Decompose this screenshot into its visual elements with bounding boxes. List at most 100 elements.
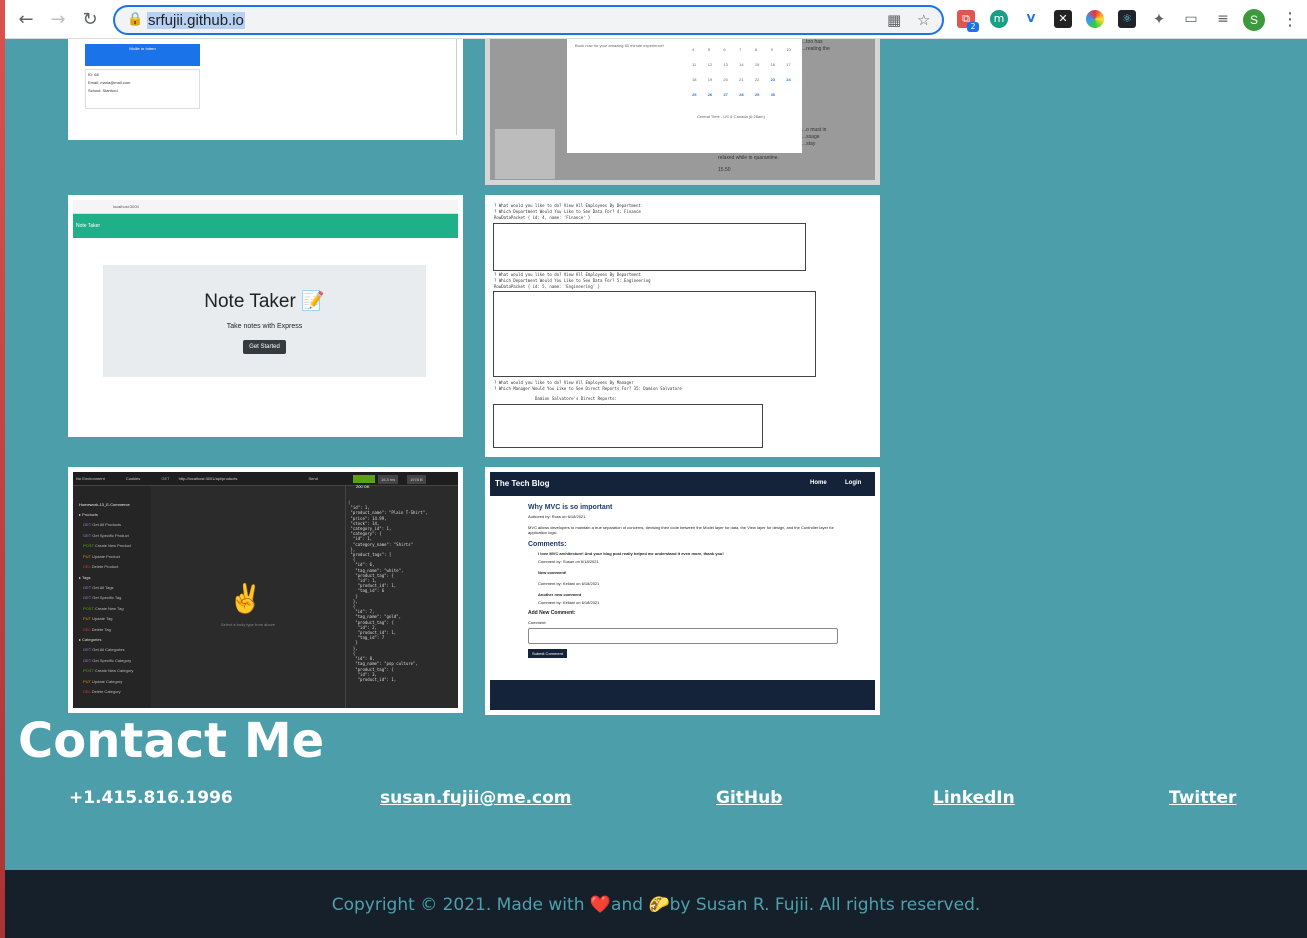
employee-card-header: Mollie or Intern — [85, 44, 200, 66]
calendar-day: 7 — [739, 47, 742, 52]
request-item: GET Get All Tags — [83, 585, 114, 590]
finance-table — [493, 223, 806, 271]
project-thumb-ecommerce[interactable]: Homework-13_E-Commerce ▸ Products GET Get… — [68, 467, 463, 713]
request-method: POST — [83, 605, 95, 611]
comment-by: Comment by: Keilani on 6/18/2021 — [538, 600, 600, 605]
cast-icon[interactable]: ▭ — [1182, 10, 1200, 28]
project-thumb-booking[interactable]: Book now for your amazing 60 minute expe… — [485, 39, 880, 185]
m-extension-icon[interactable]: m — [990, 10, 1008, 28]
timezone-text: Central Time - US & Canada (6:28am) — [697, 114, 765, 119]
profile-avatar[interactable]: S — [1243, 9, 1265, 31]
get-started-button: Get Started — [243, 340, 286, 354]
x-extension-icon[interactable]: ✕ — [1054, 10, 1072, 28]
request-item: PUT Update Category — [83, 679, 122, 684]
request-name: Update Tag — [92, 616, 113, 621]
calendar-day: 16 — [770, 62, 776, 67]
pane-divider — [345, 486, 346, 708]
project-thumb-note-taker[interactable]: localhost:3000 Note Taker Note Taker 📝 T… — [68, 195, 463, 437]
calendar-day: 15 — [754, 62, 760, 67]
terminal-line: ? Which Department Would You Like to See… — [494, 278, 651, 283]
note-taker-jumbotron: Note Taker 📝 Take notes with Express Get… — [103, 265, 426, 377]
comment-label: Comment: — [528, 620, 547, 625]
color-picker-icon[interactable] — [1086, 10, 1104, 28]
env-label: No Environment — [76, 476, 105, 481]
calendar-day: 11 — [692, 62, 697, 67]
side-text: ...too has ...reating the ...o must in .… — [802, 39, 830, 148]
request-item: DEL Delete Tag — [83, 627, 111, 632]
request-method: PUT — [83, 616, 93, 621]
post-author: Authored by: Ross on 6/18/2021 — [528, 514, 586, 519]
react-devtools-icon[interactable]: ⚛ — [1118, 10, 1136, 28]
calendar-day: 26 — [707, 92, 713, 97]
request-method: GET — [83, 522, 93, 527]
url-text[interactable]: srfujii.github.io — [147, 12, 245, 29]
note-taker-navbar: Note Taker — [73, 214, 458, 238]
request-item: GET Get Specific Product — [83, 533, 129, 538]
calendar-day: 21 — [739, 77, 744, 82]
request-method: DEL — [83, 564, 92, 569]
terminal-line: RowDataPacket { id: 4, name: 'Finance' } — [494, 215, 591, 220]
request-name: Delete Product — [91, 564, 119, 569]
v-extension-icon[interactable]: V — [1022, 10, 1040, 28]
calendar-day: 28 — [739, 92, 744, 97]
browser-toolbar: ← → ↻ 🔒 srfujii.github.io ▦ ☆ ⧉ 2 m V ✕ … — [5, 0, 1307, 39]
card-school: School: Stanford — [88, 88, 118, 93]
peace-hand-icon: ✌ — [228, 583, 263, 614]
tech-blog-brand: The Tech Blog — [495, 479, 550, 488]
calendar-day: 19 — [707, 77, 713, 82]
booking-modal: Book now for your amazing 60 minute expe… — [567, 39, 802, 153]
media-icon[interactable]: ≡ — [1214, 10, 1232, 28]
contact-title: Contact Me — [18, 713, 325, 769]
extension-count-badge: 2 — [967, 22, 979, 32]
card-email: Email: maria@mail.com — [88, 80, 131, 85]
nav-login: Login — [845, 480, 862, 486]
qr-code-icon[interactable]: ▦ — [887, 11, 901, 29]
project-thumb-employee-tracker[interactable]: ? What would you like to do? View All Em… — [485, 195, 880, 457]
phone-number: +1.415.816.1996 — [69, 788, 233, 808]
calendar-day: 29 — [754, 92, 760, 97]
project-thumb-team-profile[interactable]: Mollie or Intern ID: 68 Email: maria@mai… — [68, 39, 463, 140]
email-link[interactable]: susan.fujii@me.com — [380, 788, 572, 808]
folder-label: ▸ Categories — [79, 637, 102, 642]
post-title: Why MVC is so important — [528, 504, 613, 511]
mini-browser-bar: localhost:3000 — [73, 200, 458, 214]
copyright-and: and — [611, 895, 649, 915]
request-method: DEL — [83, 626, 92, 632]
request-item: GET Get All Categories — [83, 647, 125, 652]
note-taker-subtitle: Take notes with Express — [226, 323, 303, 330]
calendar-day: 22 — [754, 77, 760, 82]
request-name: Update Product — [92, 553, 120, 559]
mini-address: localhost:3000 — [113, 204, 139, 209]
tech-blog-post: Why MVC is so important Authored by: Ros… — [528, 504, 848, 658]
comment-input — [528, 628, 838, 644]
bookmark-star-icon[interactable]: ☆ — [917, 11, 930, 29]
calendar-day: 14 — [739, 62, 744, 67]
request-name: Get All Tags — [92, 584, 114, 590]
insomnia-topbar: No Environment Cookies GET http://localh… — [73, 472, 458, 486]
twitter-link[interactable]: Twitter — [1169, 788, 1236, 808]
reload-icon[interactable]: ↻ — [77, 7, 103, 33]
card-id: ID: 68 — [88, 72, 99, 77]
address-bar[interactable]: 🔒 srfujii.github.io ▦ ☆ — [113, 5, 944, 35]
post-body: MVC allows developers to maintain a true… — [528, 525, 834, 535]
request-method: GET — [83, 584, 93, 590]
comment-by: Comment by: Susan on 6/18/2021 — [538, 559, 599, 564]
calendar-day: 10 — [786, 47, 791, 52]
time-badge: 16.3 ms — [378, 475, 399, 484]
back-icon[interactable]: ← — [13, 7, 39, 33]
project-thumb-tech-blog[interactable]: The Tech Blog Home Login Why MVC is so i… — [485, 467, 880, 715]
request-name: Get Specific Category — [92, 657, 132, 663]
card-role: Mollie or Intern — [129, 46, 156, 51]
calendar-day: 18 — [692, 77, 697, 82]
insomnia-sidebar: Homework-13_E-Commerce ▸ Products GET Get… — [73, 472, 151, 708]
calendar-day: 27 — [723, 92, 728, 97]
menu-icon[interactable]: ⋮ — [1277, 7, 1303, 33]
puzzle-icon[interactable]: ✦ — [1150, 10, 1168, 28]
github-link[interactable]: GitHub — [716, 788, 782, 808]
copyright-suffix: by Susan R. Fujii. All rights reserved. — [669, 895, 981, 915]
linkedin-link[interactable]: LinkedIn — [933, 788, 1015, 808]
forward-icon[interactable]: → — [45, 7, 71, 33]
request-name: Get Specific Product — [92, 532, 129, 538]
price-text: 15.50 — [718, 167, 731, 173]
calendar-day: 20 — [723, 77, 728, 82]
